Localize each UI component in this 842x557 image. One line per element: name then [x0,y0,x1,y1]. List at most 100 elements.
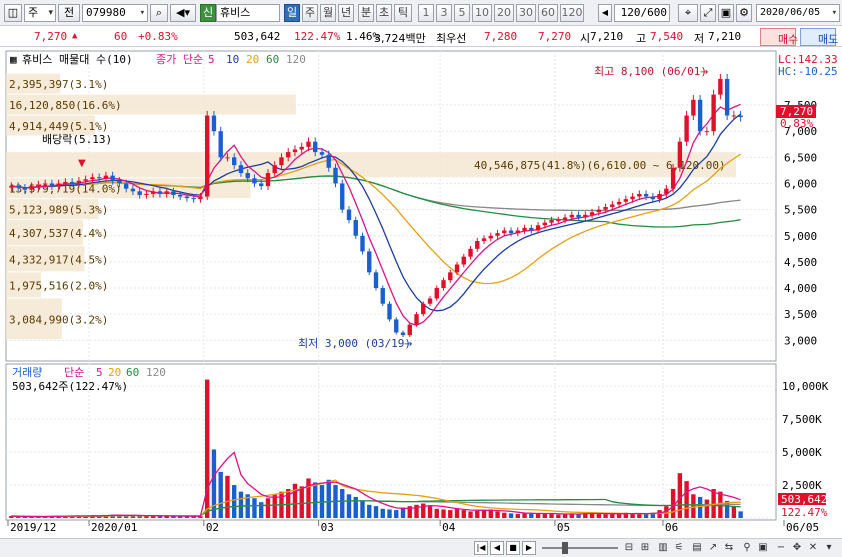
crosshair-icon[interactable]: ⌖ [678,4,698,22]
prev-prefix-button[interactable]: 전 [58,4,80,22]
candle-type-icon[interactable]: ▥ [656,541,670,555]
interval-3[interactable]: 3 [436,4,452,22]
interval-1[interactable]: 1 [418,4,434,22]
volume-indicator-label: 단순 [64,366,84,379]
volume-tick-label: 2,500K [782,479,822,492]
magnify-icon[interactable]: ⚲ [740,541,754,555]
interval-5[interactable]: 5 [454,4,470,22]
period-tab-second[interactable]: 초 [376,4,392,22]
date-picker[interactable]: 2020/06/05 [756,4,840,22]
volume-bar [468,511,473,518]
candle-body [245,173,250,179]
count-input[interactable]: 120/600 [614,4,670,22]
interval-10[interactable]: 10 [472,4,492,22]
interval-120[interactable]: 120 [560,4,584,22]
line-type-icon[interactable]: ⚟ [672,541,686,555]
trend-icon[interactable]: ↗ [706,541,720,555]
search-icon[interactable]: ⌕ [150,4,168,22]
interval-30[interactable]: 30 [516,4,536,22]
market-select[interactable]: 주 [24,4,56,22]
period-tab-week-label: 주 [304,6,316,19]
volume-bar [225,475,230,518]
candle-body [360,235,365,252]
candle-body [610,204,615,207]
minus-icon[interactable]: − [774,541,788,555]
volume-bar [367,504,372,518]
candle-body [123,183,129,189]
stock-code-input[interactable]: 079980 [82,4,148,22]
candle-body [691,99,696,116]
candle-body [562,217,568,221]
zoom-out-icon[interactable]: ⊟ [622,541,636,555]
scroll-left-icon[interactable]: ◀ [598,4,612,22]
volume-bar [306,478,311,518]
draw-tool-icon[interactable]: ⤢ [700,4,716,22]
window-icon[interactable]: ◫ [4,4,22,22]
candle-body [204,115,210,197]
volume-bar [346,494,352,518]
volume-profile-label: 5,123,989(5.3%) [9,204,108,217]
move-icon[interactable]: ✥ [790,541,804,555]
chart-canvas[interactable]: 2,395,397(3.1%) 16,120,850(16.6%) 4,914,44… [0,48,842,538]
volume-bar [353,496,358,518]
volume-bar [495,511,500,518]
period-tab-year[interactable]: 년 [338,4,354,22]
candle-body [637,193,642,197]
interval-60[interactable]: 60 [538,4,558,22]
scroll-left-icon[interactable]: ◀ [490,541,504,555]
buy-button[interactable]: 매수 [760,28,799,46]
date-value: 2020/06/05 [760,7,821,18]
volume-axis: 2,500K 5,000K 7,500K 10,000K [782,380,829,492]
dropdown-icon[interactable]: ▾ [822,541,836,555]
interval-5-label: 5 [458,6,466,19]
period-tab-tick[interactable]: 틱 [394,4,412,22]
cross-icon[interactable]: ✕ [806,541,820,555]
speaker-icon[interactable]: ◀︎▾ [170,4,196,22]
candle-body [83,179,88,181]
compare-icon[interactable]: ⇆ [722,541,736,555]
candle-body [549,220,554,223]
date-axis: 2019/12 2020/01 02 03 04 05 06 06/05 [7,520,819,534]
volume-panel-title: 거래량 [12,366,42,379]
stock-chart[interactable]: 2,395,397(3.1%) 16,120,850(16.6%) 4,914,44… [0,48,842,538]
price-panel-grip-icon[interactable]: ▦ [10,53,17,66]
ma-label-10: 10 [226,53,239,66]
sell-button[interactable]: 매도 [800,28,839,46]
save-icon[interactable]: ▣ [718,4,734,22]
period-tab-day[interactable]: 일 [284,4,300,22]
scroll-first-icon[interactable]: |◀ [474,541,488,555]
zoom-slider-handle[interactable] [562,542,568,554]
stock-name-field[interactable]: 휴비스 [216,4,280,22]
zoom-in-icon[interactable]: ⊞ [638,541,652,555]
candle-body [664,188,669,194]
buy-button-label: 매수 [778,33,799,46]
period-tab-week[interactable]: 주 [302,4,318,22]
sell-button-label: 매도 [818,33,839,46]
volume-readout: 503,642주(122.47%) [12,380,128,393]
candle-body [475,240,480,249]
period-tab-month[interactable]: 월 [320,4,336,22]
bar-type-icon[interactable]: ▤ [690,541,704,555]
current-price: 7,270 [34,30,68,43]
open-label: 시 [580,32,591,45]
candle-body [286,152,291,158]
interval-20[interactable]: 20 [494,4,514,22]
interval-3-label: 3 [440,6,448,19]
volume-bar [637,514,642,518]
interval-60-label: 60 [541,6,555,19]
candle-body [414,314,419,325]
capture-icon[interactable]: ▣ [756,541,770,555]
candle-body [171,191,176,195]
zoom-slider[interactable] [542,547,618,549]
period-tab-month-label: 월 [322,6,334,19]
scroll-right-icon[interactable]: ▶ [522,541,536,555]
candle-body [711,94,716,132]
volume-bar [286,489,291,518]
candle-body [211,115,217,132]
gear-icon[interactable]: ⚙ [736,4,752,22]
stop-icon[interactable]: ■ [506,541,520,555]
period-tab-minute[interactable]: 분 [358,4,374,22]
count-value: 120 [620,6,641,19]
priority-label: 최우선 [436,32,467,45]
volume-bar [704,499,710,518]
